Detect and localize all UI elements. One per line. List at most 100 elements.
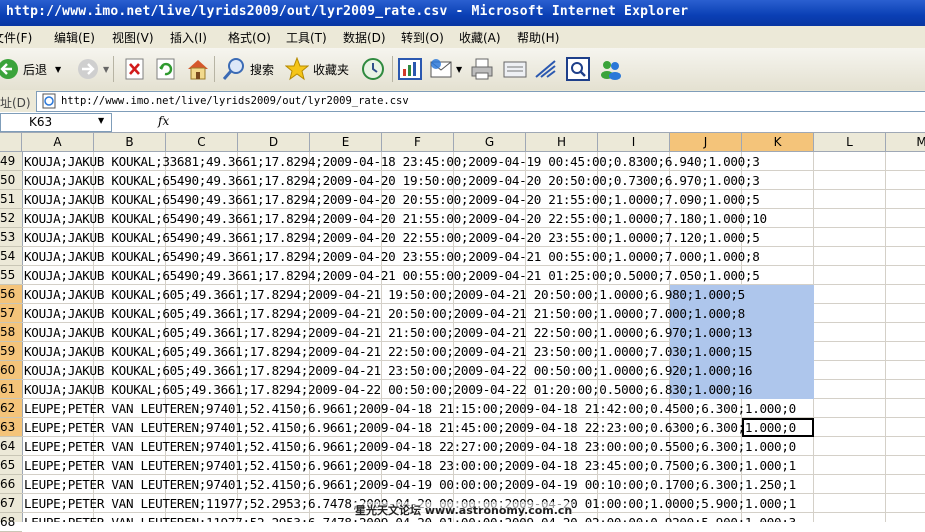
back-button[interactable]: 后退 ▼	[0, 56, 61, 82]
messenger-people-button[interactable]	[598, 56, 624, 82]
column-header-l[interactable]: L	[814, 133, 886, 151]
table-row[interactable]: KOUJA;JAKUB KOUKAL;33681;49.3661;17.8294…	[22, 152, 925, 171]
column-header-c[interactable]: C	[166, 133, 238, 151]
back-dropdown-icon[interactable]: ▼	[55, 65, 61, 74]
column-header-g[interactable]: G	[454, 133, 526, 151]
select-all-corner[interactable]	[0, 133, 22, 151]
table-row[interactable]: KOUJA;JAKUB KOUKAL;65490;49.3661;17.8294…	[22, 247, 925, 266]
column-header-j[interactable]: J	[670, 133, 742, 151]
table-row[interactable]: LEUPE;PETER VAN LEUTEREN;97401;52.4150;6…	[22, 475, 925, 494]
menu-edit[interactable]: 编辑(E)	[54, 29, 95, 46]
insert-function-icon[interactable]: fx	[158, 114, 169, 128]
table-row[interactable]: LEUPE;PETER VAN LEUTEREN;97401;52.4150;6…	[22, 456, 925, 475]
printer-icon	[471, 58, 493, 80]
search-label: 搜索	[250, 62, 275, 77]
history-button[interactable]	[361, 56, 385, 82]
row-header[interactable]: 63	[0, 418, 22, 437]
page-icon	[42, 93, 56, 109]
table-row[interactable]: KOUJA;JAKUB KOUKAL;605;49.3661;17.8294;2…	[22, 380, 925, 399]
menu-favorites[interactable]: 收藏(A)	[459, 29, 501, 46]
edit-document-icon	[503, 61, 527, 78]
address-input[interactable]: http://www.imo.net/live/lyrids2009/out/l…	[36, 91, 925, 112]
column-header-e[interactable]: E	[310, 133, 382, 151]
table-row[interactable]: LEUPE;PETER VAN LEUTEREN;97401;52.4150;6…	[22, 437, 925, 456]
mail-icon	[430, 59, 452, 78]
media-button[interactable]	[398, 56, 422, 82]
column-header-m[interactable]: M	[886, 133, 925, 151]
edit-button[interactable]	[502, 56, 528, 82]
mail-button[interactable]: ▼	[430, 56, 462, 82]
row-header[interactable]: 58	[0, 323, 22, 342]
table-row[interactable]: KOUJA;JAKUB KOUKAL;605;49.3661;17.8294;2…	[22, 304, 925, 323]
row-header[interactable]: 65	[0, 456, 22, 475]
mail-dropdown-icon[interactable]: ▼	[456, 65, 462, 74]
table-row[interactable]: LEUPE;PETER VAN LEUTEREN;97401;52.4150;6…	[22, 399, 925, 418]
watermark: 星光天文论坛 www.astronomy.com.cn	[355, 502, 573, 518]
menu-view[interactable]: 视图(V)	[112, 29, 154, 46]
row-header[interactable]: 61	[0, 380, 22, 399]
row-header[interactable]: 55	[0, 266, 22, 285]
row-header[interactable]: 52	[0, 209, 22, 228]
spreadsheet-grid[interactable]: KOUJA;JAKUB KOUKAL;33681;49.3661;17.8294…	[22, 152, 925, 522]
column-header-h[interactable]: H	[526, 133, 598, 151]
forward-button[interactable]: ▼	[76, 56, 109, 82]
column-header-i[interactable]: I	[598, 133, 670, 151]
menu-file[interactable]: 文件(F)	[0, 29, 32, 46]
stop-button[interactable]	[124, 56, 146, 82]
row-header[interactable]: 60	[0, 361, 22, 380]
active-cell[interactable]	[742, 418, 814, 437]
row-header[interactable]: 68	[0, 513, 22, 532]
row-header[interactable]: 51	[0, 190, 22, 209]
discuss-button[interactable]	[533, 56, 559, 82]
menu-insert[interactable]: 插入(I)	[170, 29, 207, 46]
table-row[interactable]: KOUJA;JAKUB KOUKAL;65490;49.3661;17.8294…	[22, 190, 925, 209]
formula-bar: K63 ▼ fx	[0, 112, 925, 133]
column-header-d[interactable]: D	[238, 133, 310, 151]
formula-input[interactable]	[180, 114, 925, 130]
column-header-f[interactable]: F	[382, 133, 454, 151]
cell-text: KOUJA;JAKUB KOUKAL;65490;49.3661;17.8294…	[24, 211, 767, 226]
menu-tools[interactable]: 工具(T)	[286, 29, 327, 46]
column-header-k[interactable]: K	[742, 133, 814, 151]
row-header[interactable]: 62	[0, 399, 22, 418]
toolbar: 后退 ▼ ▼ 搜索 收藏夹 ▼	[0, 48, 925, 91]
row-header[interactable]: 59	[0, 342, 22, 361]
menu-goto[interactable]: 转到(O)	[401, 29, 444, 46]
row-header[interactable]: 66	[0, 475, 22, 494]
table-row[interactable]: KOUJA;JAKUB KOUKAL;605;49.3661;17.8294;2…	[22, 361, 925, 380]
table-row[interactable]: KOUJA;JAKUB KOUKAL;65490;49.3661;17.8294…	[22, 266, 925, 285]
table-row[interactable]: KOUJA;JAKUB KOUKAL;65490;49.3661;17.8294…	[22, 209, 925, 228]
name-box[interactable]: K63	[0, 113, 112, 132]
table-row[interactable]: KOUJA;JAKUB KOUKAL;605;49.3661;17.8294;2…	[22, 323, 925, 342]
row-header[interactable]: 53	[0, 228, 22, 247]
cell-text: KOUJA;JAKUB KOUKAL;65490;49.3661;17.8294…	[24, 249, 760, 264]
home-button[interactable]	[186, 56, 210, 82]
cell-text: LEUPE;PETER VAN LEUTEREN;97401;52.4150;6…	[24, 439, 796, 454]
row-header[interactable]: 50	[0, 171, 22, 190]
row-header[interactable]: 54	[0, 247, 22, 266]
table-row[interactable]: KOUJA;JAKUB KOUKAL;605;49.3661;17.8294;2…	[22, 342, 925, 361]
row-header[interactable]: 49	[0, 152, 22, 171]
print-button[interactable]	[470, 56, 494, 82]
name-box-dropdown-icon[interactable]: ▼	[98, 116, 104, 125]
column-header-b[interactable]: B	[94, 133, 166, 151]
forward-dropdown-icon[interactable]: ▼	[103, 65, 109, 74]
menu-data[interactable]: 数据(D)	[343, 29, 386, 46]
table-row[interactable]: KOUJA;JAKUB KOUKAL;65490;49.3661;17.8294…	[22, 171, 925, 190]
column-header-a[interactable]: A	[22, 133, 94, 151]
research-button[interactable]	[566, 56, 590, 82]
favorites-button[interactable]: 收藏夹	[285, 56, 349, 82]
search-button[interactable]: 搜索	[222, 56, 274, 82]
forward-arrow-icon	[78, 59, 98, 79]
row-header[interactable]: 57	[0, 304, 22, 323]
cell-text: KOUJA;JAKUB KOUKAL;65490;49.3661;17.8294…	[24, 192, 760, 207]
row-header[interactable]: 56	[0, 285, 22, 304]
table-row[interactable]: KOUJA;JAKUB KOUKAL;65490;49.3661;17.8294…	[22, 228, 925, 247]
row-header[interactable]: 67	[0, 494, 22, 513]
menu-help[interactable]: 帮助(H)	[517, 29, 559, 46]
menu-format[interactable]: 格式(O)	[228, 29, 271, 46]
table-row[interactable]: KOUJA;JAKUB KOUKAL;605;49.3661;17.8294;2…	[22, 285, 925, 304]
cell-text: KOUJA;JAKUB KOUKAL;65490;49.3661;17.8294…	[24, 173, 760, 188]
refresh-button[interactable]	[155, 56, 177, 82]
row-header[interactable]: 64	[0, 437, 22, 456]
